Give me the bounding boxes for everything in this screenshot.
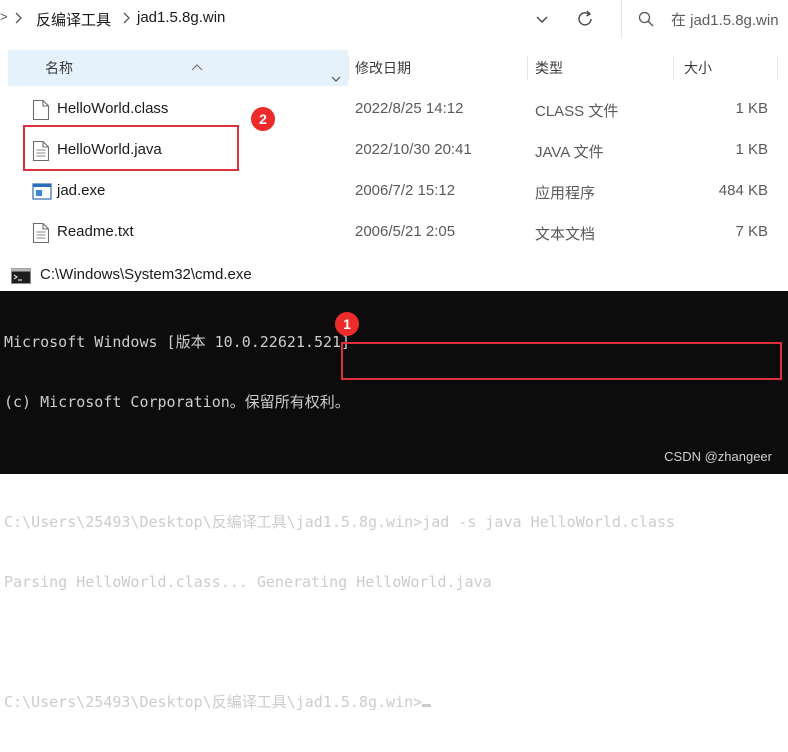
breadcrumb-item-jad-folder[interactable]: jad1.5.8g.win [137,9,225,26]
file-type: 应用程序 [535,185,596,202]
file-type: CLASS 文件 [535,103,619,120]
chevron-down-icon[interactable] [330,62,342,82]
file-row[interactable]: jad.exe 2006/7/2 15:12 应用程序 484 KB [0,172,788,212]
search-box[interactable]: 在 jad1.5.8g.win [621,0,788,38]
console-prompt-line: C:\Users\25493\Desktop\反编译工具\jad1.5.8g.w… [4,692,675,712]
address-bar[interactable]: > 反编译工具 jad1.5.8g.win [0,0,610,38]
column-headers: 名称 修改日期 类型 大小 [0,50,788,86]
annotation-highlight-jad-command [341,342,782,380]
breadcrumb-item-decompiler-tools[interactable]: 反编译工具 [36,9,111,30]
file-explorer-window: > 反编译工具 jad1.5.8g.win 在 jad1.5.8g.win 名称 [0,0,788,260]
cmd-titlebar[interactable]: C:\Windows\System32\cmd.exe [0,260,788,291]
column-label-type: 类型 [535,60,563,76]
sort-ascending-icon [191,50,203,71]
file-name: HelloWorld.class [57,100,169,117]
file-name: Readme.txt [57,223,134,240]
text-file-icon [32,222,50,244]
console-cursor [422,704,432,707]
console-line: C:\Users\25493\Desktop\反编译工具\jad1.5.8g.w… [4,513,676,531]
file-name: jad.exe [57,182,106,199]
annotation-highlight-java-file [23,125,239,171]
file-row[interactable]: Readme.txt 2006/5/21 2:05 文本文档 7 KB [0,213,788,253]
file-size: 1 KB [735,100,768,117]
file-modified: 2006/7/2 15:12 [355,182,456,199]
chevron-down-icon[interactable] [532,9,552,29]
console-prompt: C:\Users\25493\Desktop\反编译工具\jad1.5.8g.w… [4,693,423,711]
file-type: JAVA 文件 [535,144,604,161]
column-divider[interactable] [348,56,349,80]
column-divider[interactable] [527,56,528,80]
column-header-type[interactable]: 类型 [535,50,563,86]
file-type: 文本文档 [535,226,596,243]
column-header-name[interactable]: 名称 [8,50,348,86]
file-size: 7 KB [735,223,768,240]
console-line: Parsing HelloWorld.class... Generating H… [4,573,492,591]
column-header-size[interactable]: 大小 [684,50,712,86]
annotation-badge-2: 2 [251,107,275,131]
column-label-size: 大小 [684,60,712,76]
cmd-title: C:\Windows\System32\cmd.exe [40,266,252,283]
breadcrumb-separator-icon [14,8,24,32]
terminal-icon [11,268,31,284]
file-modified: 2022/8/25 14:12 [355,100,464,117]
column-label-name: 名称 [45,60,73,76]
search-placeholder: 在 jad1.5.8g.win [671,12,779,29]
chevron-right-icon: > [0,9,8,24]
refresh-icon[interactable] [574,8,596,30]
cmd-window: C:\Windows\System32\cmd.exe Microsoft Wi… [0,260,788,711]
column-label-modified: 修改日期 [355,60,411,76]
file-size: 484 KB [718,182,768,199]
file-icon [32,99,50,121]
file-modified: 2006/5/21 2:05 [355,223,456,240]
file-modified: 2022/10/30 20:41 [355,141,472,158]
column-divider[interactable] [673,56,674,80]
search-icon [638,11,654,27]
exe-icon [32,181,52,203]
watermark: CSDN @zhangeer [664,449,772,464]
console-line: (c) Microsoft Corporation。保留所有权利。 [4,393,350,411]
file-row[interactable]: HelloWorld.class 2022/8/25 14:12 CLASS 文… [0,90,788,130]
column-header-modified[interactable]: 修改日期 [355,50,411,86]
file-size: 1 KB [735,141,768,158]
column-divider[interactable] [777,56,778,80]
annotation-badge-1: 1 [335,312,359,336]
breadcrumb-separator-icon [122,8,132,32]
